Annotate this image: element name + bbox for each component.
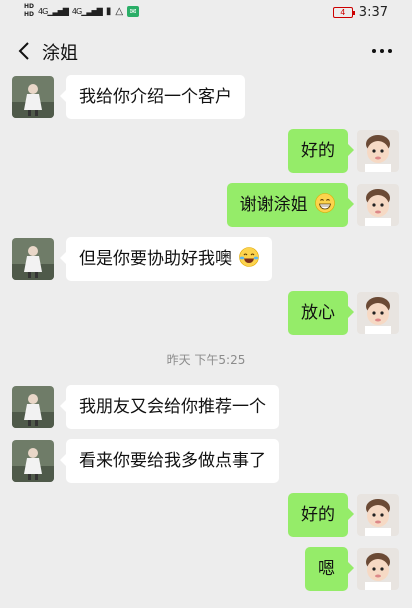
message-row: 我给你介绍一个客户 xyxy=(0,75,412,119)
message-text: 我朋友又会给你推荐一个 xyxy=(79,397,266,417)
contact-photo-icon xyxy=(12,76,54,118)
sent-message-bubble[interactable]: 好的 xyxy=(288,493,354,537)
my-avatar[interactable] xyxy=(357,130,399,172)
message-row: 放心 xyxy=(0,291,412,335)
status-left: HD HD 4G▁▃▅▇ 4G▁▃▅▇ ▮ △ ✉ xyxy=(24,3,140,19)
message-text: 放心 xyxy=(301,303,335,323)
contact-photo-icon xyxy=(12,386,54,428)
received-message-bubble[interactable]: 但是你要协助好我噢 xyxy=(59,237,273,281)
child-photo-icon xyxy=(357,548,399,590)
hd-label-2: HD xyxy=(24,11,35,18)
child-photo-icon xyxy=(357,130,399,172)
contact-photo-icon xyxy=(12,238,54,280)
contact-avatar[interactable] xyxy=(12,440,54,482)
message-text: 我给你介绍一个客户 xyxy=(79,87,232,107)
contact-avatar[interactable] xyxy=(12,76,54,118)
hd-indicator: HD HD xyxy=(24,3,34,19)
signal-icon-1: 4G▁▃▅▇ xyxy=(38,6,69,16)
received-message-bubble[interactable]: 我给你介绍一个客户 xyxy=(60,75,245,119)
message-text: 谢谢涂姐 xyxy=(239,195,308,215)
message-text: 好的 xyxy=(301,505,335,525)
chat-title: 涂姐 xyxy=(42,43,78,64)
contact-avatar[interactable] xyxy=(12,386,54,428)
sent-message-bubble[interactable]: 谢谢涂姐 xyxy=(226,183,355,227)
message-text: 好的 xyxy=(301,141,335,161)
sent-message-bubble[interactable]: 放心 xyxy=(288,291,354,335)
my-avatar[interactable] xyxy=(357,184,399,226)
message-row: 好的 xyxy=(0,493,412,537)
message-row: 但是你要协助好我噢 xyxy=(0,237,412,281)
nav-bar: 涂姐 xyxy=(0,28,412,74)
sent-message-bubble[interactable]: 好的 xyxy=(288,129,354,173)
status-right: 4 3:37 xyxy=(332,5,388,20)
message-row: 嗯 xyxy=(0,547,412,591)
clock: 3:37 xyxy=(358,5,388,20)
message-row: 看来你要给我多做点事了 xyxy=(0,439,412,483)
message-text: 看来你要给我多做点事了 xyxy=(79,451,266,471)
alert-bell-icon: △ xyxy=(115,5,124,17)
message-timestamp: 昨天 下午5:25 xyxy=(166,353,246,367)
wechat-icon: ✉ xyxy=(127,5,140,17)
child-photo-icon xyxy=(357,292,399,334)
contact-avatar[interactable] xyxy=(12,238,54,280)
notification-icon: ▮ xyxy=(105,5,112,17)
received-message-bubble[interactable]: 我朋友又会给你推荐一个 xyxy=(60,385,279,429)
more-button[interactable] xyxy=(368,38,396,64)
more-dot xyxy=(388,49,392,53)
more-dot xyxy=(380,49,384,53)
hd-label-1: HD xyxy=(24,3,35,10)
my-avatar[interactable] xyxy=(357,292,399,334)
my-avatar[interactable] xyxy=(357,494,399,536)
received-message-bubble[interactable]: 看来你要给我多做点事了 xyxy=(60,439,279,483)
back-button[interactable] xyxy=(10,36,38,66)
message-text: 但是你要协助好我噢 xyxy=(79,249,232,269)
battery-icon: 4 xyxy=(332,7,355,18)
status-bar: HD HD 4G▁▃▅▇ 4G▁▃▅▇ ▮ △ ✉ 4 3:37 xyxy=(0,0,412,26)
child-photo-icon xyxy=(357,184,399,226)
message-row: 好的 xyxy=(0,129,412,173)
network-type-1: 4G xyxy=(38,6,48,16)
sent-message-bubble[interactable]: 嗯 xyxy=(305,547,354,591)
my-avatar[interactable] xyxy=(357,548,399,590)
grinning-emoji-icon xyxy=(315,193,335,213)
message-text: 嗯 xyxy=(318,559,335,579)
network-type-2: 4G xyxy=(71,6,82,16)
tears-of-joy-emoji-icon xyxy=(239,247,260,267)
chevron-left-icon xyxy=(18,42,29,60)
child-photo-icon xyxy=(357,494,399,536)
message-row: 我朋友又会给你推荐一个 xyxy=(0,385,412,429)
message-row: 谢谢涂姐 xyxy=(0,183,412,227)
battery-level: 4 xyxy=(340,8,346,17)
more-dot xyxy=(372,49,376,53)
contact-photo-icon xyxy=(12,440,54,482)
signal-icon-2: 4G▁▃▅▇ xyxy=(71,6,103,16)
